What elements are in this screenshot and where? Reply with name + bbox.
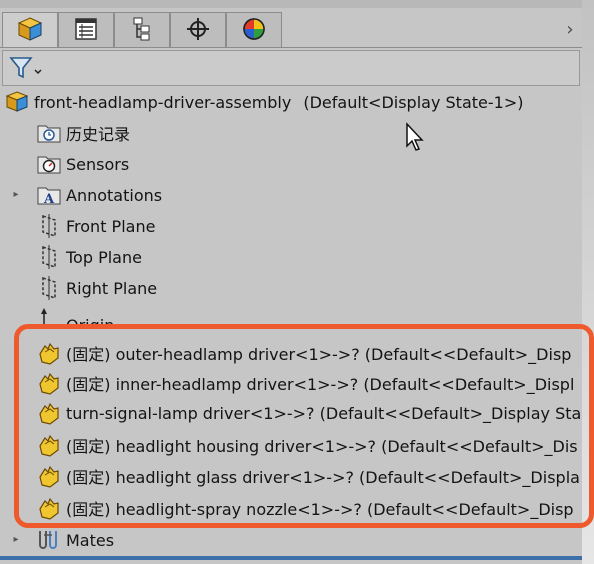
annotations-icon: A [36,182,62,208]
dimxpert-manager-tab[interactable] [170,12,226,48]
fixed-part-icon [36,370,62,396]
fixed-part-icon [36,400,62,426]
fixed-part-icon [36,463,62,489]
plane-icon [36,244,62,270]
svg-text:A: A [43,192,55,207]
configuration-manager-tab[interactable] [114,12,170,48]
sensors-label: Sensors [66,154,130,174]
tree-item-origin[interactable]: Origin [36,306,114,326]
tree-item-annotations[interactable]: A Annotations [36,181,162,209]
appearance-sphere-icon [241,16,267,46]
plane-icon [36,213,62,239]
filter-funnel-icon [7,57,43,85]
configuration-tree-icon [129,16,155,46]
fixed-part-icon [36,340,62,366]
root-config-label: (Default<Display State-1>) [303,92,524,112]
component-label: (固定) headlight glass driver<1>->? (Defau… [66,468,580,487]
feature-manager-tab[interactable] [2,12,58,48]
tree-item-front-plane[interactable]: Front Plane [36,212,155,240]
component-row[interactable]: (固定) headlight housing driver<1>->? (Def… [36,431,578,459]
component-row[interactable]: turn-signal-lamp driver<1>->? (Default<<… [36,399,581,427]
mates-label: Mates [66,530,115,550]
root-assembly-label: front-headlamp-driver-assembly [34,92,292,112]
component-label: (固定) inner-headlamp driver<1>->? (Defaul… [66,375,575,394]
history-label: 历史记录 [66,125,131,144]
tree-item-sensors[interactable]: Sensors [36,150,129,178]
tree-item-mates[interactable]: Mates [36,526,114,554]
tree-item-history[interactable]: 历史记录 [36,119,130,147]
manager-tab-bar: › [0,8,590,48]
component-label: (固定) outer-headlamp driver<1>->? (Defaul… [66,345,572,364]
component-row[interactable]: (固定) outer-headlamp driver<1>->? (Defaul… [36,339,571,367]
display-manager-tab[interactable] [226,12,282,48]
origin-icon [36,306,62,326]
origin-label: Origin [66,316,115,326]
crosshair-icon [185,16,211,46]
tree-filter-bar [2,50,580,86]
annotations-expand-arrow[interactable]: ▸ [10,189,22,201]
plane-icon [36,275,62,301]
panel-bottom-line [0,556,582,560]
component-row[interactable]: (固定) headlight glass driver<1>->? (Defau… [36,462,580,490]
property-manager-tab[interactable] [58,12,114,48]
history-icon [36,120,62,146]
fixed-part-icon [36,432,62,458]
mouse-pointer-icon [404,122,428,154]
top-plane-label: Top Plane [66,247,142,267]
component-label: (固定) headlight housing driver<1>->? (Def… [66,437,578,456]
property-list-icon [73,16,99,46]
top-strip [0,0,594,8]
annotations-label: Annotations [66,185,163,205]
component-row[interactable]: (固定) headlight-spray nozzle<1>->? (Defau… [36,494,574,522]
front-plane-label: Front Plane [66,216,156,236]
sensor-icon [36,151,62,177]
filter-button[interactable] [7,55,43,81]
tab-divider [0,47,582,48]
component-row[interactable]: (固定) inner-headlamp driver<1>->? (Defaul… [36,369,574,397]
mates-expand-arrow[interactable]: ▸ [10,534,22,546]
tab-scroll-right-button[interactable]: › [560,20,580,40]
tree-item-top-plane[interactable]: Top Plane [36,243,142,271]
component-label: turn-signal-lamp driver<1>->? (Default<<… [66,403,582,423]
tree-root-assembly[interactable]: front-headlamp-driver-assembly (Default<… [4,88,523,116]
component-label: (固定) headlight-spray nozzle<1>->? (Defau… [66,500,574,519]
assembly-icon [4,89,30,115]
right-edge [582,0,594,564]
fixed-part-icon [36,495,62,521]
feature-manager-panel: › front-headlamp-driver-assembly (Defaul… [0,0,594,564]
tree-item-right-plane[interactable]: Right Plane [36,274,157,302]
assembly-cube-icon [17,16,43,46]
mates-icon [36,527,62,553]
right-plane-label: Right Plane [66,278,158,298]
